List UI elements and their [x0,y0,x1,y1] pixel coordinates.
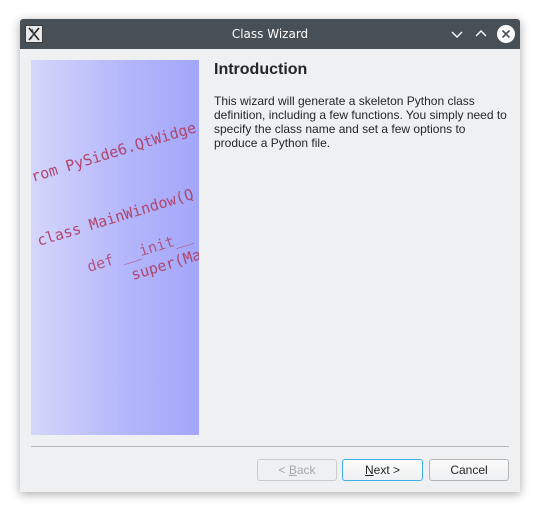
watermark-image: rom PySide6.QtWidge class MainWindow(Q d… [31,60,199,435]
next-button-label: ext > [373,463,401,477]
cancel-button[interactable]: Cancel [429,459,509,481]
button-separator [31,446,509,447]
next-button[interactable]: Next > [342,459,423,481]
back-button-label: ack [296,463,316,477]
page-title: Introduction [214,61,308,78]
code-line-import: rom PySide6.QtWidge [31,118,198,185]
window-title: Class Wizard [231,27,309,41]
back-button[interactable]: < Back [257,459,337,481]
wizard-content: rom PySide6.QtWidge class MainWindow(Q d… [20,49,520,492]
page-description: This wizard will generate a skeleton Pyt… [214,94,507,150]
close-icon[interactable] [496,24,516,44]
back-button-prefix: < [278,463,289,477]
minimize-icon[interactable] [447,24,467,44]
back-button-mnemonic: B [288,463,297,477]
class-wizard-window: Class Wizard rom PySide6.QtWidge class M… [20,19,520,492]
next-button-mnemonic: N [364,463,374,477]
title-bar[interactable]: Class Wizard [20,19,520,49]
maximize-icon[interactable] [471,24,491,44]
